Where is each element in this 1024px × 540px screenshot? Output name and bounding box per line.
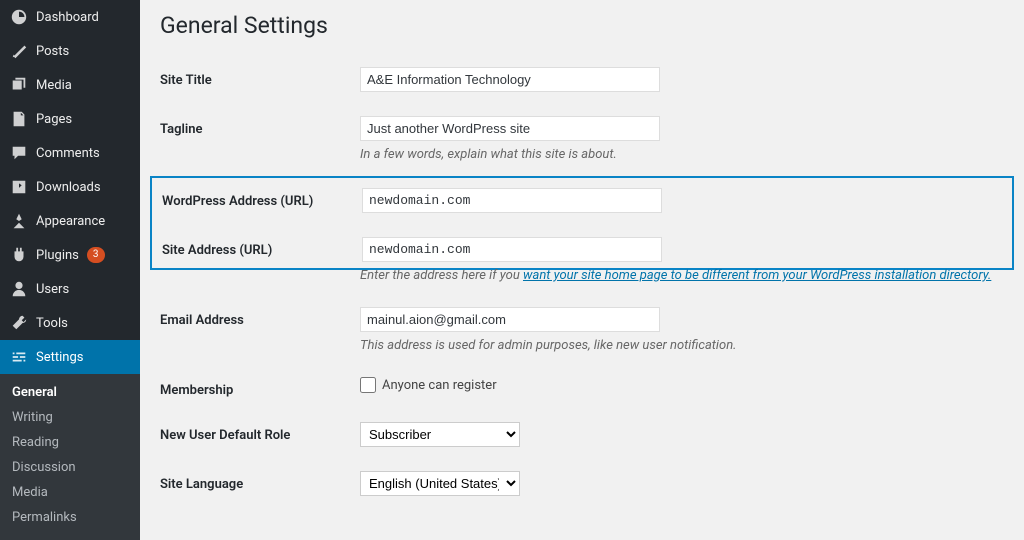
label-tagline: Tagline [160, 116, 360, 137]
sidebar-item-label: Posts [36, 44, 69, 59]
sidebar-item-label: Appearance [36, 214, 105, 229]
sidebar-item-label: Dashboard [36, 10, 99, 25]
admin-sidebar: Dashboard Posts Media Pages Comments Dow… [0, 0, 140, 504]
label-site-title: Site Title [160, 67, 360, 88]
page-title: General Settings [160, 0, 1004, 57]
dashboard-icon [10, 8, 28, 26]
plugins-badge: 3 [87, 247, 105, 263]
email-input[interactable] [360, 307, 660, 332]
submenu-item-permalinks[interactable]: Permalinks [0, 505, 140, 530]
tagline-input[interactable] [360, 116, 660, 141]
label-default-role: New User Default Role [160, 422, 360, 443]
site-url-input[interactable] [362, 237, 662, 262]
appearance-icon [10, 212, 28, 230]
users-icon [10, 280, 28, 298]
sidebar-item-label: Downloads [36, 180, 101, 195]
sidebar-item-pages[interactable]: Pages [0, 102, 140, 136]
row-wp-url: WordPress Address (URL) [162, 178, 1002, 227]
sidebar-item-plugins[interactable]: Plugins 3 [0, 238, 140, 272]
site-lang-select[interactable]: English (United States) [360, 471, 520, 496]
row-default-role: New User Default Role Subscriber [160, 412, 1004, 461]
membership-checkbox-label[interactable]: Anyone can register [360, 377, 497, 393]
sidebar-item-label: Comments [36, 146, 100, 161]
row-site-title: Site Title [160, 57, 1004, 106]
label-email: Email Address [160, 307, 360, 328]
label-membership: Membership [160, 377, 360, 398]
row-site-url-desc: Enter the address here if you want your … [160, 270, 1004, 297]
sidebar-item-downloads[interactable]: Downloads [0, 170, 140, 204]
sidebar-item-label: Pages [36, 112, 72, 127]
membership-checkbox[interactable] [360, 377, 376, 393]
row-site-lang: Site Language English (United States) [160, 461, 1004, 504]
submenu-item-discussion[interactable]: Discussion [0, 455, 140, 480]
wp-url-input[interactable] [362, 188, 662, 213]
row-email: Email Address This address is used for a… [160, 297, 1004, 367]
settings-form: Site Title Tagline In a few words, expla… [160, 57, 1004, 504]
sidebar-item-media[interactable]: Media [0, 68, 140, 102]
pages-icon [10, 110, 28, 128]
url-highlight-box: WordPress Address (URL) Site Address (UR… [150, 176, 1014, 270]
sidebar-item-appearance[interactable]: Appearance [0, 204, 140, 238]
sidebar-item-tools[interactable]: Tools [0, 306, 140, 340]
sidebar-item-label: Settings [36, 350, 83, 365]
submenu-item-media[interactable]: Media [0, 480, 140, 505]
main-content: General Settings Site Title Tagline In a… [140, 0, 1024, 504]
sidebar-item-label: Tools [36, 316, 68, 331]
sidebar-item-label: Users [36, 282, 69, 297]
settings-submenu: General Writing Reading Discussion Media… [0, 374, 140, 540]
submenu-item-reading[interactable]: Reading [0, 430, 140, 455]
row-tagline: Tagline In a few words, explain what thi… [160, 106, 1004, 176]
sidebar-item-label: Media [36, 78, 72, 93]
tagline-description: In a few words, explain what this site i… [360, 147, 1004, 162]
email-description: This address is used for admin purposes,… [360, 338, 1004, 353]
site-title-input[interactable] [360, 67, 660, 92]
settings-icon [10, 348, 28, 366]
submenu-item-general[interactable]: General [0, 380, 140, 405]
sidebar-item-comments[interactable]: Comments [0, 136, 140, 170]
plugins-icon [10, 246, 28, 264]
site-url-description: Enter the address here if you want your … [360, 268, 1004, 283]
pin-icon [10, 42, 28, 60]
label-site-url: Site Address (URL) [162, 237, 362, 258]
media-icon [10, 76, 28, 94]
site-url-help-link[interactable]: want your site home page to be different… [523, 268, 991, 283]
sidebar-item-settings[interactable]: Settings [0, 340, 140, 374]
submenu-item-writing[interactable]: Writing [0, 405, 140, 430]
sidebar-item-label: Plugins [36, 248, 79, 263]
label-site-lang: Site Language [160, 471, 360, 492]
label-wp-url: WordPress Address (URL) [162, 188, 362, 209]
comments-icon [10, 144, 28, 162]
sidebar-item-dashboard[interactable]: Dashboard [0, 0, 140, 34]
default-role-select[interactable]: Subscriber [360, 422, 520, 447]
sidebar-item-posts[interactable]: Posts [0, 34, 140, 68]
tools-icon [10, 314, 28, 332]
downloads-icon [10, 178, 28, 196]
sidebar-item-users[interactable]: Users [0, 272, 140, 306]
membership-checkbox-text: Anyone can register [382, 378, 497, 393]
row-membership: Membership Anyone can register [160, 367, 1004, 412]
